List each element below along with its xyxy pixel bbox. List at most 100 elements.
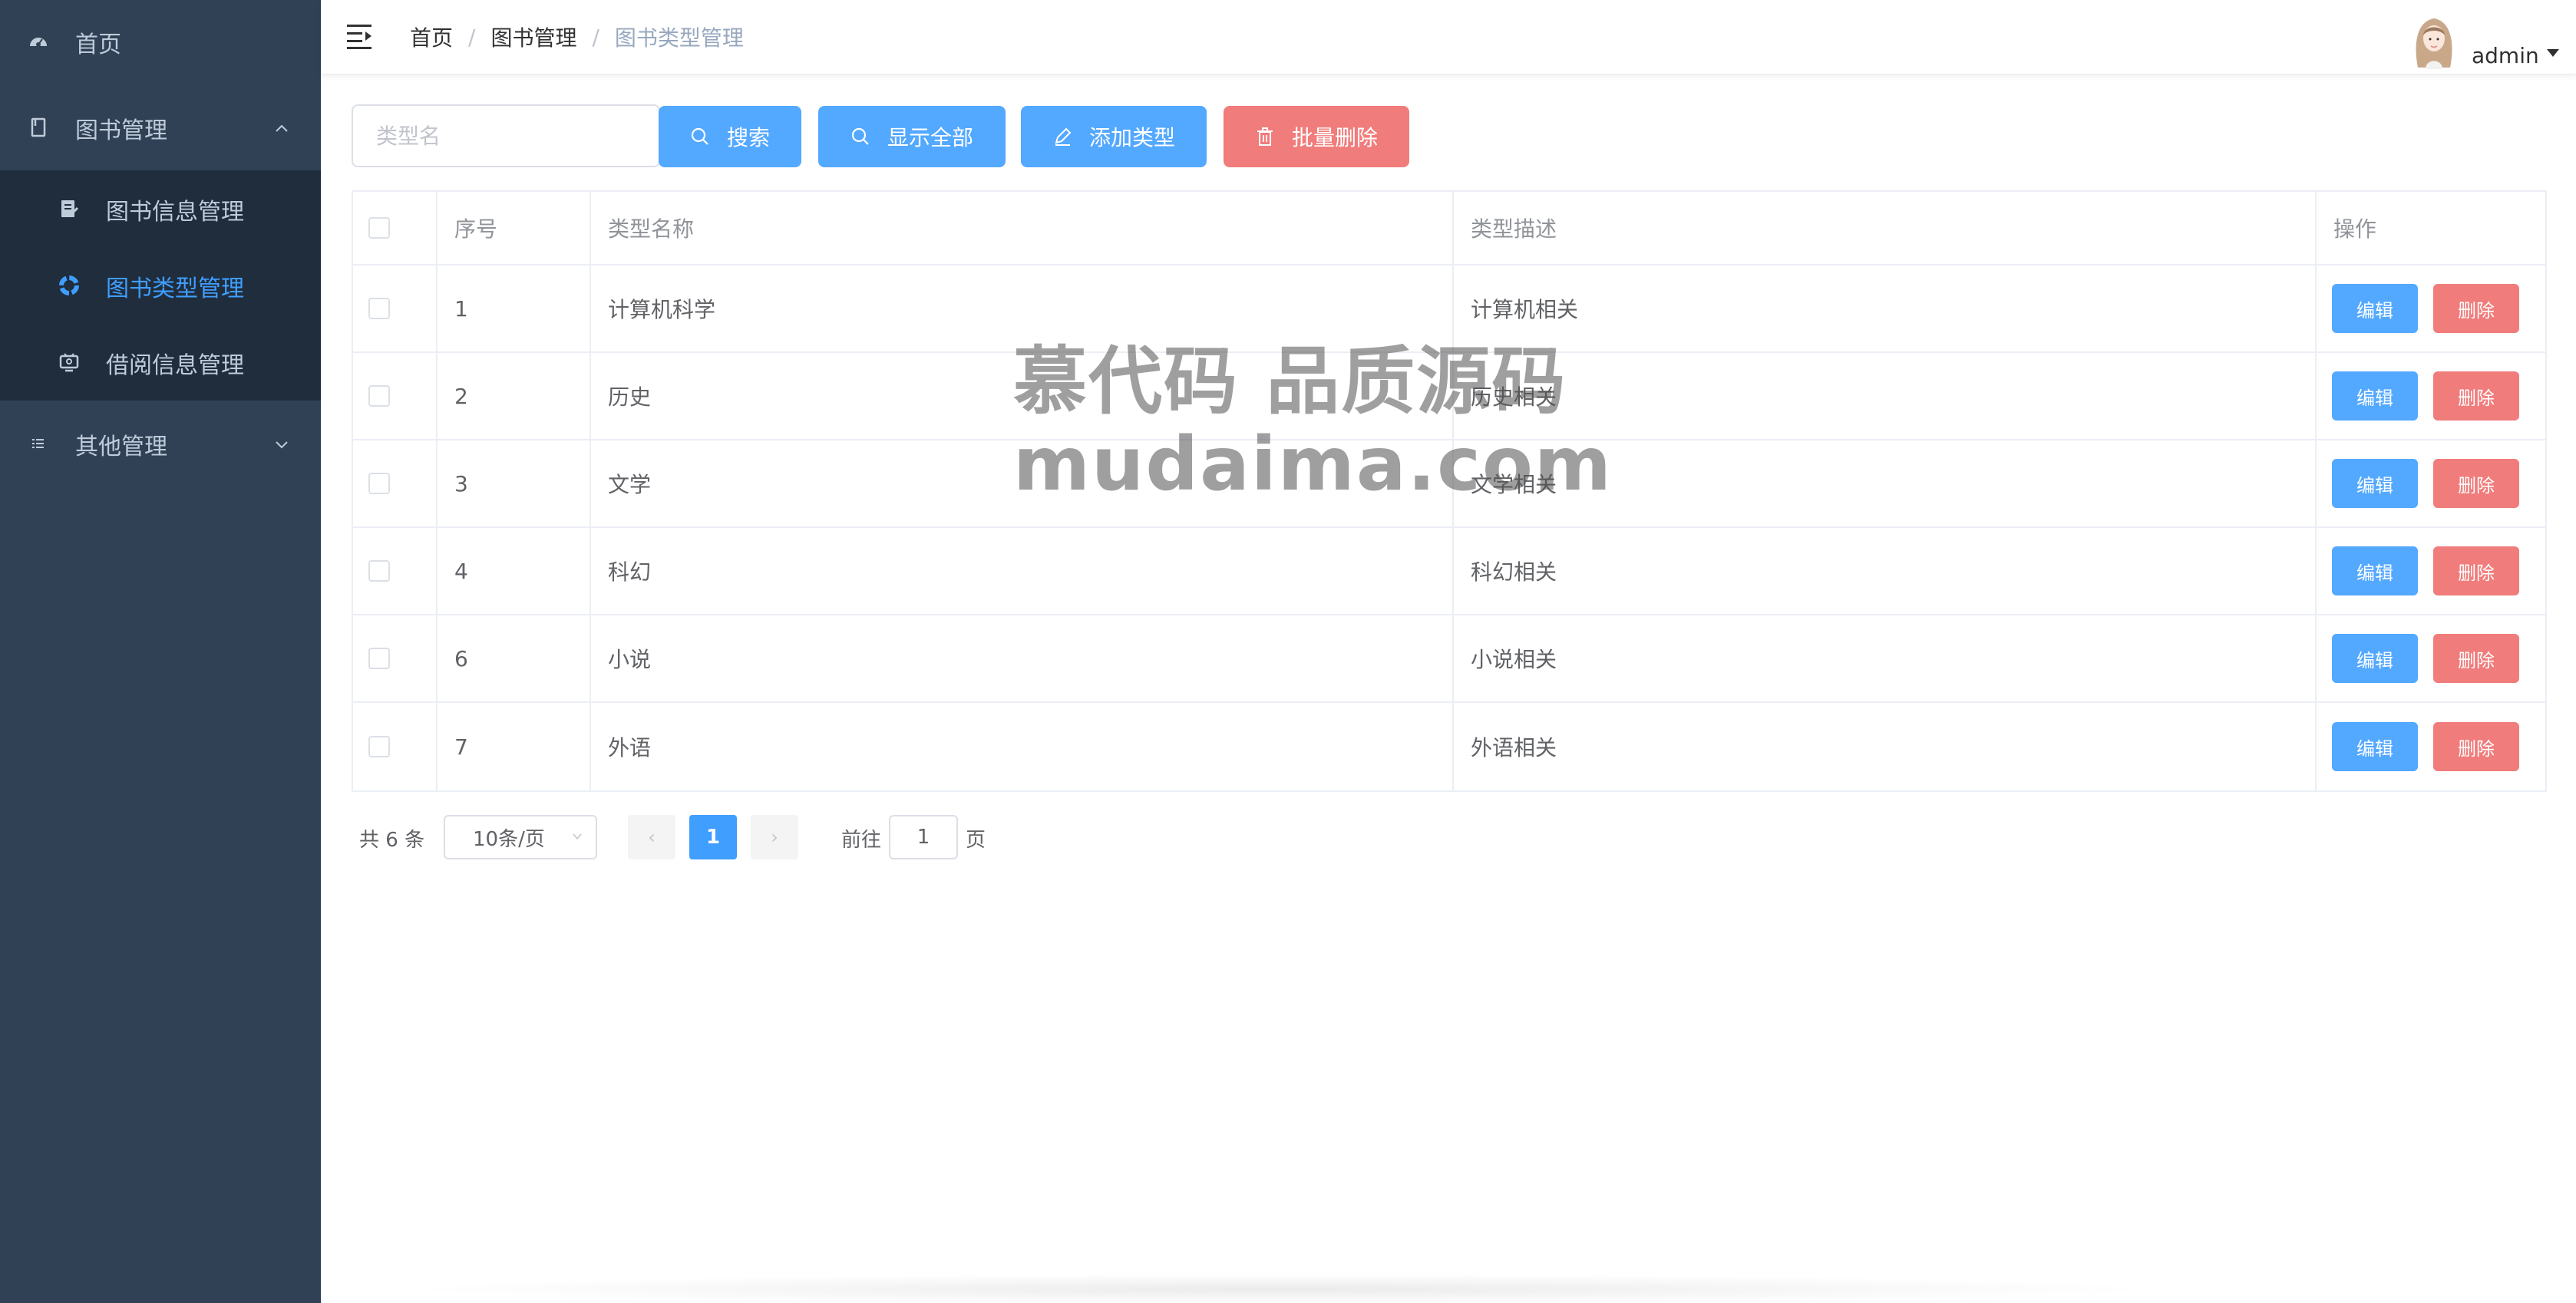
edit-button[interactable]: 编辑 (2332, 634, 2418, 683)
table-row: 4 科幻 科幻相关 编辑 删除 (353, 528, 2545, 615)
row-id: 1 (438, 266, 591, 351)
row-checkbox[interactable] (368, 736, 390, 757)
table-row: 7 外语 外语相关 编辑 删除 (353, 703, 2545, 790)
breadcrumb-current: 图书类型管理 (614, 25, 744, 51)
row-type-desc: 科幻相关 (1454, 528, 2317, 614)
select-all-checkbox[interactable] (368, 217, 390, 239)
edit-button[interactable]: 编辑 (2332, 722, 2418, 771)
row-actions: 编辑 删除 (2317, 528, 2545, 614)
ring-icon (58, 275, 80, 296)
chevron-right-icon: › (771, 826, 778, 848)
type-table: 序号 类型名称 类型描述 操作 1 计算机科学 计算机相关 编辑 删除 2 历史 历史相关 编辑… (352, 190, 2547, 792)
row-type-name: 科幻 (591, 528, 1454, 614)
delete-button[interactable]: 删除 (2433, 722, 2519, 771)
sidebar-item-book-type[interactable]: 图书类型管理 (0, 261, 321, 312)
add-type-button[interactable]: 添加类型 (1021, 106, 1207, 167)
edit-button[interactable]: 编辑 (2332, 371, 2418, 421)
delete-button[interactable]: 删除 (2433, 284, 2519, 333)
header-id: 序号 (438, 192, 591, 264)
row-checkbox[interactable] (368, 298, 390, 319)
bottom-shadow (399, 1274, 2165, 1303)
row-id: 3 (438, 440, 591, 526)
delete-button[interactable]: 删除 (2433, 459, 2519, 508)
search-icon (690, 127, 710, 147)
next-page-button[interactable]: › (751, 815, 798, 859)
table-header-row: 序号 类型名称 类型描述 操作 (353, 192, 2545, 266)
table-row: 3 文学 文学相关 编辑 删除 (353, 440, 2545, 528)
header-actions: 操作 (2333, 216, 2377, 242)
sidebar-item-book-info[interactable]: 图书信息管理 (0, 184, 321, 235)
row-type-name: 文学 (591, 440, 1454, 526)
row-actions: 编辑 删除 (2317, 703, 2545, 790)
table-row: 6 小说 小说相关 编辑 删除 (353, 615, 2545, 703)
page-size-select[interactable]: 10条/页 (444, 815, 597, 859)
table-row: 2 历史 历史相关 编辑 删除 (353, 353, 2545, 440)
row-checkbox[interactable] (368, 560, 390, 582)
row-checkbox[interactable] (368, 648, 390, 669)
chevron-left-icon: ‹ (648, 826, 656, 848)
breadcrumb: 首页 / 图书管理 / 图书类型管理 (410, 21, 744, 52)
row-select-cell (353, 703, 438, 790)
row-id: 4 (438, 528, 591, 614)
row-type-desc: 小说相关 (1454, 615, 2317, 701)
sidebar-item-label: 借阅信息管理 (106, 352, 244, 379)
row-select-cell (353, 353, 438, 439)
search-button[interactable]: 搜索 (659, 106, 801, 167)
sidebar-item-other[interactable]: 其他管理 (0, 419, 321, 470)
row-checkbox[interactable] (368, 385, 390, 407)
delete-button[interactable]: 删除 (2433, 546, 2519, 595)
add-type-button-label: 添加类型 (1088, 125, 1175, 150)
edit-button[interactable]: 编辑 (2332, 546, 2418, 595)
search-button-label: 搜索 (726, 125, 770, 150)
breadcrumb-separator: / (468, 24, 476, 50)
sidebar-item-home[interactable]: 首页 (0, 17, 321, 68)
row-checkbox[interactable] (368, 473, 390, 494)
batch-delete-button[interactable]: 批量删除 (1224, 106, 1409, 167)
sidebar-item-borrow-info[interactable]: 借阅信息管理 (0, 338, 321, 388)
username[interactable]: admin (2472, 43, 2539, 68)
document-icon (28, 117, 49, 138)
goto-suffix: 页 (966, 829, 986, 852)
row-type-desc: 历史相关 (1454, 353, 2317, 439)
row-type-desc: 外语相关 (1454, 703, 2317, 790)
breadcrumb-separator: / (592, 24, 599, 50)
row-actions: 编辑 删除 (2317, 440, 2545, 526)
prev-page-button[interactable]: ‹ (628, 815, 675, 859)
sidebar-item-label: 图书类型管理 (106, 275, 244, 302)
delete-button[interactable]: 删除 (2433, 634, 2519, 683)
row-select-cell (353, 266, 438, 351)
caret-down-icon[interactable] (2547, 49, 2559, 57)
edit-button[interactable]: 编辑 (2332, 284, 2418, 333)
chevron-down-icon (276, 441, 288, 449)
edit-button[interactable]: 编辑 (2332, 459, 2418, 508)
page-size-value: 10条/页 (473, 827, 545, 851)
search-input[interactable] (352, 104, 660, 167)
pagination-total: 共 6 条 (359, 829, 425, 852)
row-id: 2 (438, 353, 591, 439)
hamburger-icon[interactable] (347, 23, 375, 49)
edit-icon (1052, 127, 1072, 147)
avatar[interactable] (2410, 14, 2458, 69)
page-number-current[interactable]: 1 (689, 815, 737, 859)
sidebar-item-book-management[interactable]: 图书管理 (0, 103, 321, 153)
batch-delete-button-label: 批量删除 (1291, 125, 1378, 150)
search-icon (850, 127, 870, 147)
breadcrumb-book-management[interactable]: 图书管理 (490, 21, 576, 52)
sidebar-item-label: 首页 (75, 31, 121, 58)
edit-document-icon (58, 198, 80, 219)
monitor-icon (58, 351, 80, 373)
top-navbar: 首页 / 图书管理 / 图书类型管理 (321, 0, 2576, 75)
show-all-button[interactable]: 显示全部 (818, 106, 1006, 167)
goto-page-input[interactable] (889, 815, 958, 859)
row-type-desc: 文学相关 (1454, 440, 2317, 526)
row-actions: 编辑 删除 (2317, 353, 2545, 439)
table-row: 1 计算机科学 计算机相关 编辑 删除 (353, 266, 2545, 353)
row-type-name: 外语 (591, 703, 1454, 790)
dashboard-icon (28, 31, 49, 52)
breadcrumb-home[interactable]: 首页 (410, 21, 453, 52)
sidebar: 首页 图书管理 图书信息管理 图书类型管理 借阅信息管理 其他管理 (0, 0, 321, 1303)
row-type-desc: 计算机相关 (1454, 266, 2317, 351)
chevron-up-icon (276, 124, 288, 132)
header-type-desc: 类型描述 (1454, 192, 2317, 264)
delete-button[interactable]: 删除 (2433, 371, 2519, 421)
